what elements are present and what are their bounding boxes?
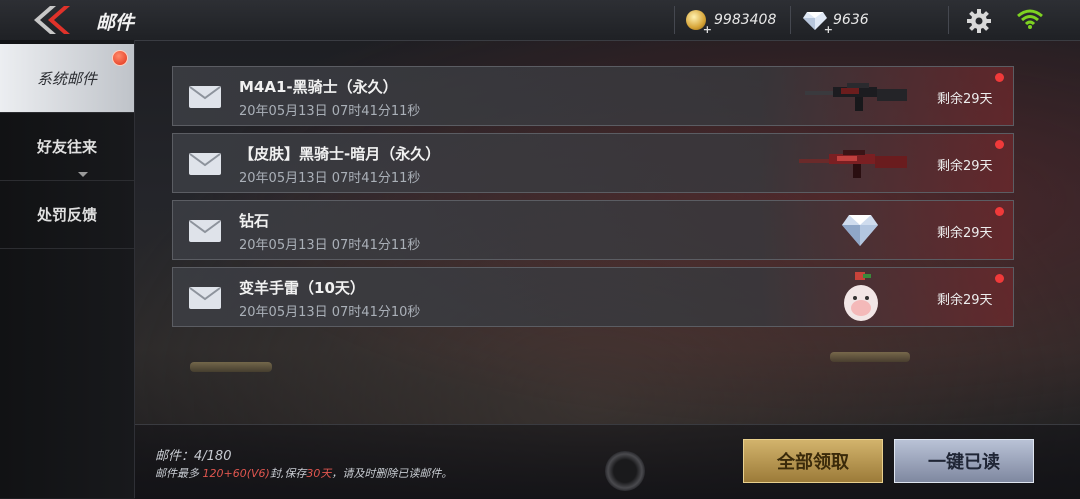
envelope-icon [189,86,221,108]
remaining-days: 剩余29天 [937,159,993,174]
rifle-red-icon [799,150,907,178]
remaining-days: 剩余29天 [937,293,993,308]
mail-title: 变羊手雷（10天） [239,279,365,297]
notice-days: 30天 [306,467,332,480]
back-button[interactable] [28,4,76,36]
mail-footer: 邮件：4/180 邮件最多 120+60(V6)封,保存30天，请及时删除已读邮… [135,424,1080,499]
mail-time: 20年05月13日 07时41分10秒 [239,305,421,320]
mail-item[interactable]: 钻石 20年05月13日 07时41分11秒 剩余29天 [172,200,1014,260]
mail-time: 20年05月13日 07时41分11秒 [239,171,421,186]
gold-amount: 9983408 [714,12,777,28]
unread-dot [995,140,1004,149]
mail-count: 邮件：4/180 [155,449,232,464]
divider [790,6,791,34]
mail-category-sidebar: 系统邮件 好友往来 处罚反馈 [0,40,135,498]
unread-dot [995,207,1004,216]
divider [674,6,675,34]
divider [948,6,949,34]
expand-arrow-icon [78,172,88,177]
floating-home-button[interactable] [605,451,645,491]
notice-text: ，请及时删除已读邮件。 [331,467,453,480]
bullet-shell-decoration [830,352,910,362]
gold-coin-icon [686,10,712,36]
sidebar-item-penalty-feedback[interactable]: 处罚反馈 [0,180,134,249]
mail-time: 20年05月13日 07时41分11秒 [239,238,421,253]
rifle-dark-icon [805,83,907,111]
diamond-currency[interactable]: 9636 [803,8,869,36]
sidebar-item-label: 好友往来 [36,137,97,156]
remaining-days: 剩余29天 [937,226,993,241]
mail-time: 20年05月13日 07时41分11秒 [239,104,421,119]
mail-title: 【皮肤】黑骑士-暗月（永久） [239,145,441,163]
bullet-shell-decoration [190,362,272,372]
mail-title: M4A1-黑骑士（永久） [239,78,398,96]
top-bar: 邮件 9983408 9636 [0,0,1080,41]
notice-text: 邮件最多 [155,467,203,480]
remaining-days: 剩余29天 [937,92,993,107]
sidebar-item-label: 处罚反馈 [36,205,97,224]
claim-all-button[interactable]: 全部领取 [743,439,883,483]
notification-badge [112,50,128,66]
mail-item[interactable]: M4A1-黑骑士（永久） 20年05月13日 07时41分11秒 剩余29天 [172,66,1014,126]
sidebar-item-friend-mail[interactable]: 好友往来 [0,112,134,181]
diamond-icon [842,215,878,246]
back-arrow-icon [34,6,70,34]
notice-text: 封,保存 [269,467,307,480]
sidebar-item-system-mail[interactable]: 系统邮件 [0,44,134,113]
wifi-signal-icon [1016,8,1044,30]
unread-dot [995,274,1004,283]
diamond-amount: 9636 [833,12,869,28]
sheep-grenade-icon [844,272,878,321]
gold-currency[interactable]: 9983408 [686,8,777,36]
mail-limit-notice: 邮件最多 120+60(V6)封,保存30天，请及时删除已读邮件。 [155,465,452,481]
diamond-icon [803,10,833,36]
settings-gear-icon[interactable] [966,8,992,34]
sidebar-item-label: 系统邮件 [36,69,97,88]
envelope-icon [189,287,221,309]
mail-item[interactable]: 【皮肤】黑骑士-暗月（永久） 20年05月13日 07时41分11秒 剩余29天 [172,133,1014,193]
mark-all-read-button[interactable]: 一键已读 [894,439,1034,483]
envelope-icon [189,153,221,175]
mail-title: 钻石 [239,212,270,230]
unread-dot [995,73,1004,82]
envelope-icon [189,220,221,242]
notice-limit: 120+60(V6) [202,467,270,480]
page-title: 邮件 [96,12,135,34]
mail-item[interactable]: 变羊手雷（10天） 20年05月13日 07时41分10秒 剩余29天 [172,267,1014,327]
